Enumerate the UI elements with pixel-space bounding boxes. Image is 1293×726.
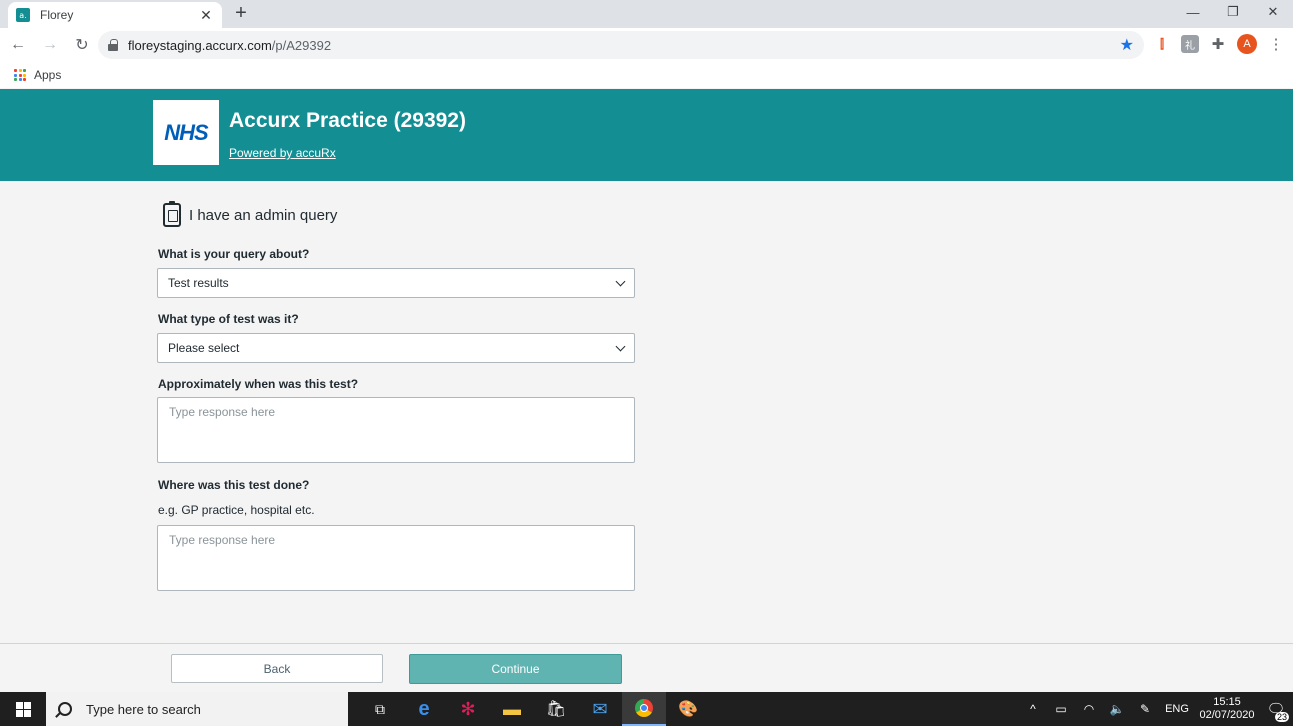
query-about-select[interactable]: Test results xyxy=(157,268,635,298)
menu-kebab-icon[interactable]: ⋮ xyxy=(1267,35,1285,53)
window-close-button[interactable]: ✕ xyxy=(1253,0,1293,24)
extensions-puzzle-icon[interactable]: ✚ xyxy=(1209,35,1227,53)
clock[interactable]: 15:15 02/07/2020 xyxy=(1195,696,1259,722)
chevron-down-icon xyxy=(615,341,626,351)
query-about-value: Test results xyxy=(168,276,229,290)
battery-icon[interactable]: ▭ xyxy=(1047,702,1075,716)
test-type-select[interactable]: Please select xyxy=(157,333,635,363)
bookmarks-bar: Apps xyxy=(0,62,1293,88)
system-tray: ^ ▭ ◠ 🔈 ✎ ENG 15:15 02/07/2020 🗨 23 xyxy=(1019,692,1293,726)
store-icon[interactable]: 🛍 xyxy=(534,692,578,726)
bookmark-star-icon[interactable]: ★ xyxy=(1120,35,1134,55)
notification-center-icon[interactable]: 🗨 23 xyxy=(1259,692,1293,726)
file-explorer-icon[interactable]: ▬ xyxy=(490,692,534,726)
mail-icon[interactable]: ✉ xyxy=(578,692,622,726)
paint-icon[interactable]: 🎨 xyxy=(666,692,710,726)
apps-grid-icon[interactable] xyxy=(14,69,26,81)
pen-icon[interactable]: ✎ xyxy=(1131,702,1159,716)
language-indicator[interactable]: ENG xyxy=(1159,703,1195,715)
windows-taskbar: Type here to search ⧉ e ✻ ▬ 🛍 ✉ 🎨 ^ ▭ ◠ … xyxy=(0,692,1293,726)
back-button[interactable]: Back xyxy=(171,654,383,683)
tab-title: Florey xyxy=(40,8,74,22)
page-header: NHS Accurx Practice (29392) Powered by a… xyxy=(0,89,1293,181)
browser-tabstrip: a. Florey ✕ + — ❐ ✕ xyxy=(0,0,1293,28)
id-badge-icon xyxy=(163,201,181,227)
taskbar-search-box[interactable]: Type here to search xyxy=(46,692,348,726)
task-view-icon[interactable]: ⧉ xyxy=(358,692,402,726)
address-bar[interactable]: floreystaging.accurx.com/p/A29392 ★ xyxy=(98,31,1144,59)
url-text[interactable]: floreystaging.accurx.com/p/A29392 xyxy=(128,38,1120,53)
url-path: /p/A29392 xyxy=(271,37,332,53)
search-icon xyxy=(58,702,72,716)
wifi-icon[interactable]: ◠ xyxy=(1075,702,1103,716)
extension-red-icon[interactable]: ⫿ xyxy=(1153,35,1171,53)
minimize-button[interactable]: — xyxy=(1173,0,1213,24)
clock-date: 02/07/2020 xyxy=(1199,709,1255,721)
taskbar-apps: ⧉ e ✻ ▬ 🛍 ✉ 🎨 xyxy=(358,692,710,726)
form-heading: I have an admin query xyxy=(163,201,338,227)
forward-arrow-icon[interactable]: → xyxy=(36,31,64,59)
close-tab-icon[interactable]: ✕ xyxy=(198,7,214,24)
new-tab-button[interactable]: + xyxy=(230,2,252,24)
back-arrow-icon[interactable]: ← xyxy=(4,31,32,59)
nhs-logo: NHS xyxy=(153,100,219,165)
profile-avatar[interactable]: A xyxy=(1237,34,1257,54)
extension-grey-icon[interactable]: 礼 xyxy=(1181,35,1199,53)
lock-icon[interactable] xyxy=(108,39,118,51)
query-about-label: What is your query about? xyxy=(158,247,310,261)
test-when-label: Approximately when was this test? xyxy=(158,377,359,391)
url-host: floreystaging.accurx.com xyxy=(128,37,272,53)
powered-by-link[interactable]: Powered by accuRx xyxy=(229,146,336,160)
browser-toolbar: ← → ↻ floreystaging.accurx.com/p/A29392 … xyxy=(0,28,1293,62)
test-when-input[interactable] xyxy=(157,397,635,463)
nhs-logo-text: NHS xyxy=(164,119,208,145)
extension-area: ⫿ 礼 ✚ A ⋮ xyxy=(1153,34,1285,54)
test-type-value: Please select xyxy=(168,341,240,355)
browser-tab[interactable]: a. Florey ✕ xyxy=(8,2,222,28)
notification-count: 23 xyxy=(1274,712,1289,722)
continue-button[interactable]: Continue xyxy=(409,654,622,684)
site-favicon-icon: a. xyxy=(16,8,30,22)
apps-bookmark[interactable]: Apps xyxy=(34,68,61,82)
edge-icon[interactable]: e xyxy=(402,692,446,726)
restore-button[interactable]: ❐ xyxy=(1213,0,1253,24)
test-where-input[interactable] xyxy=(157,525,635,591)
clock-time: 15:15 xyxy=(1213,696,1241,708)
test-where-hint: e.g. GP practice, hospital etc. xyxy=(158,503,315,517)
slack-icon[interactable]: ✻ xyxy=(446,692,490,726)
show-hidden-icons-icon[interactable]: ^ xyxy=(1019,702,1047,716)
taskbar-search-placeholder: Type here to search xyxy=(86,701,201,717)
windows-start-icon[interactable] xyxy=(0,692,46,726)
volume-icon[interactable]: 🔈 xyxy=(1103,702,1131,716)
form-heading-text: I have an admin query xyxy=(189,206,338,224)
reload-icon[interactable]: ↻ xyxy=(68,31,96,59)
window-controls: — ❐ ✕ xyxy=(1173,0,1293,24)
chevron-down-icon xyxy=(615,276,626,286)
chrome-icon[interactable] xyxy=(622,692,666,726)
test-type-label: What type of test was it? xyxy=(158,312,299,326)
practice-title: Accurx Practice (29392) xyxy=(229,109,466,132)
test-where-label: Where was this test done? xyxy=(158,478,310,492)
